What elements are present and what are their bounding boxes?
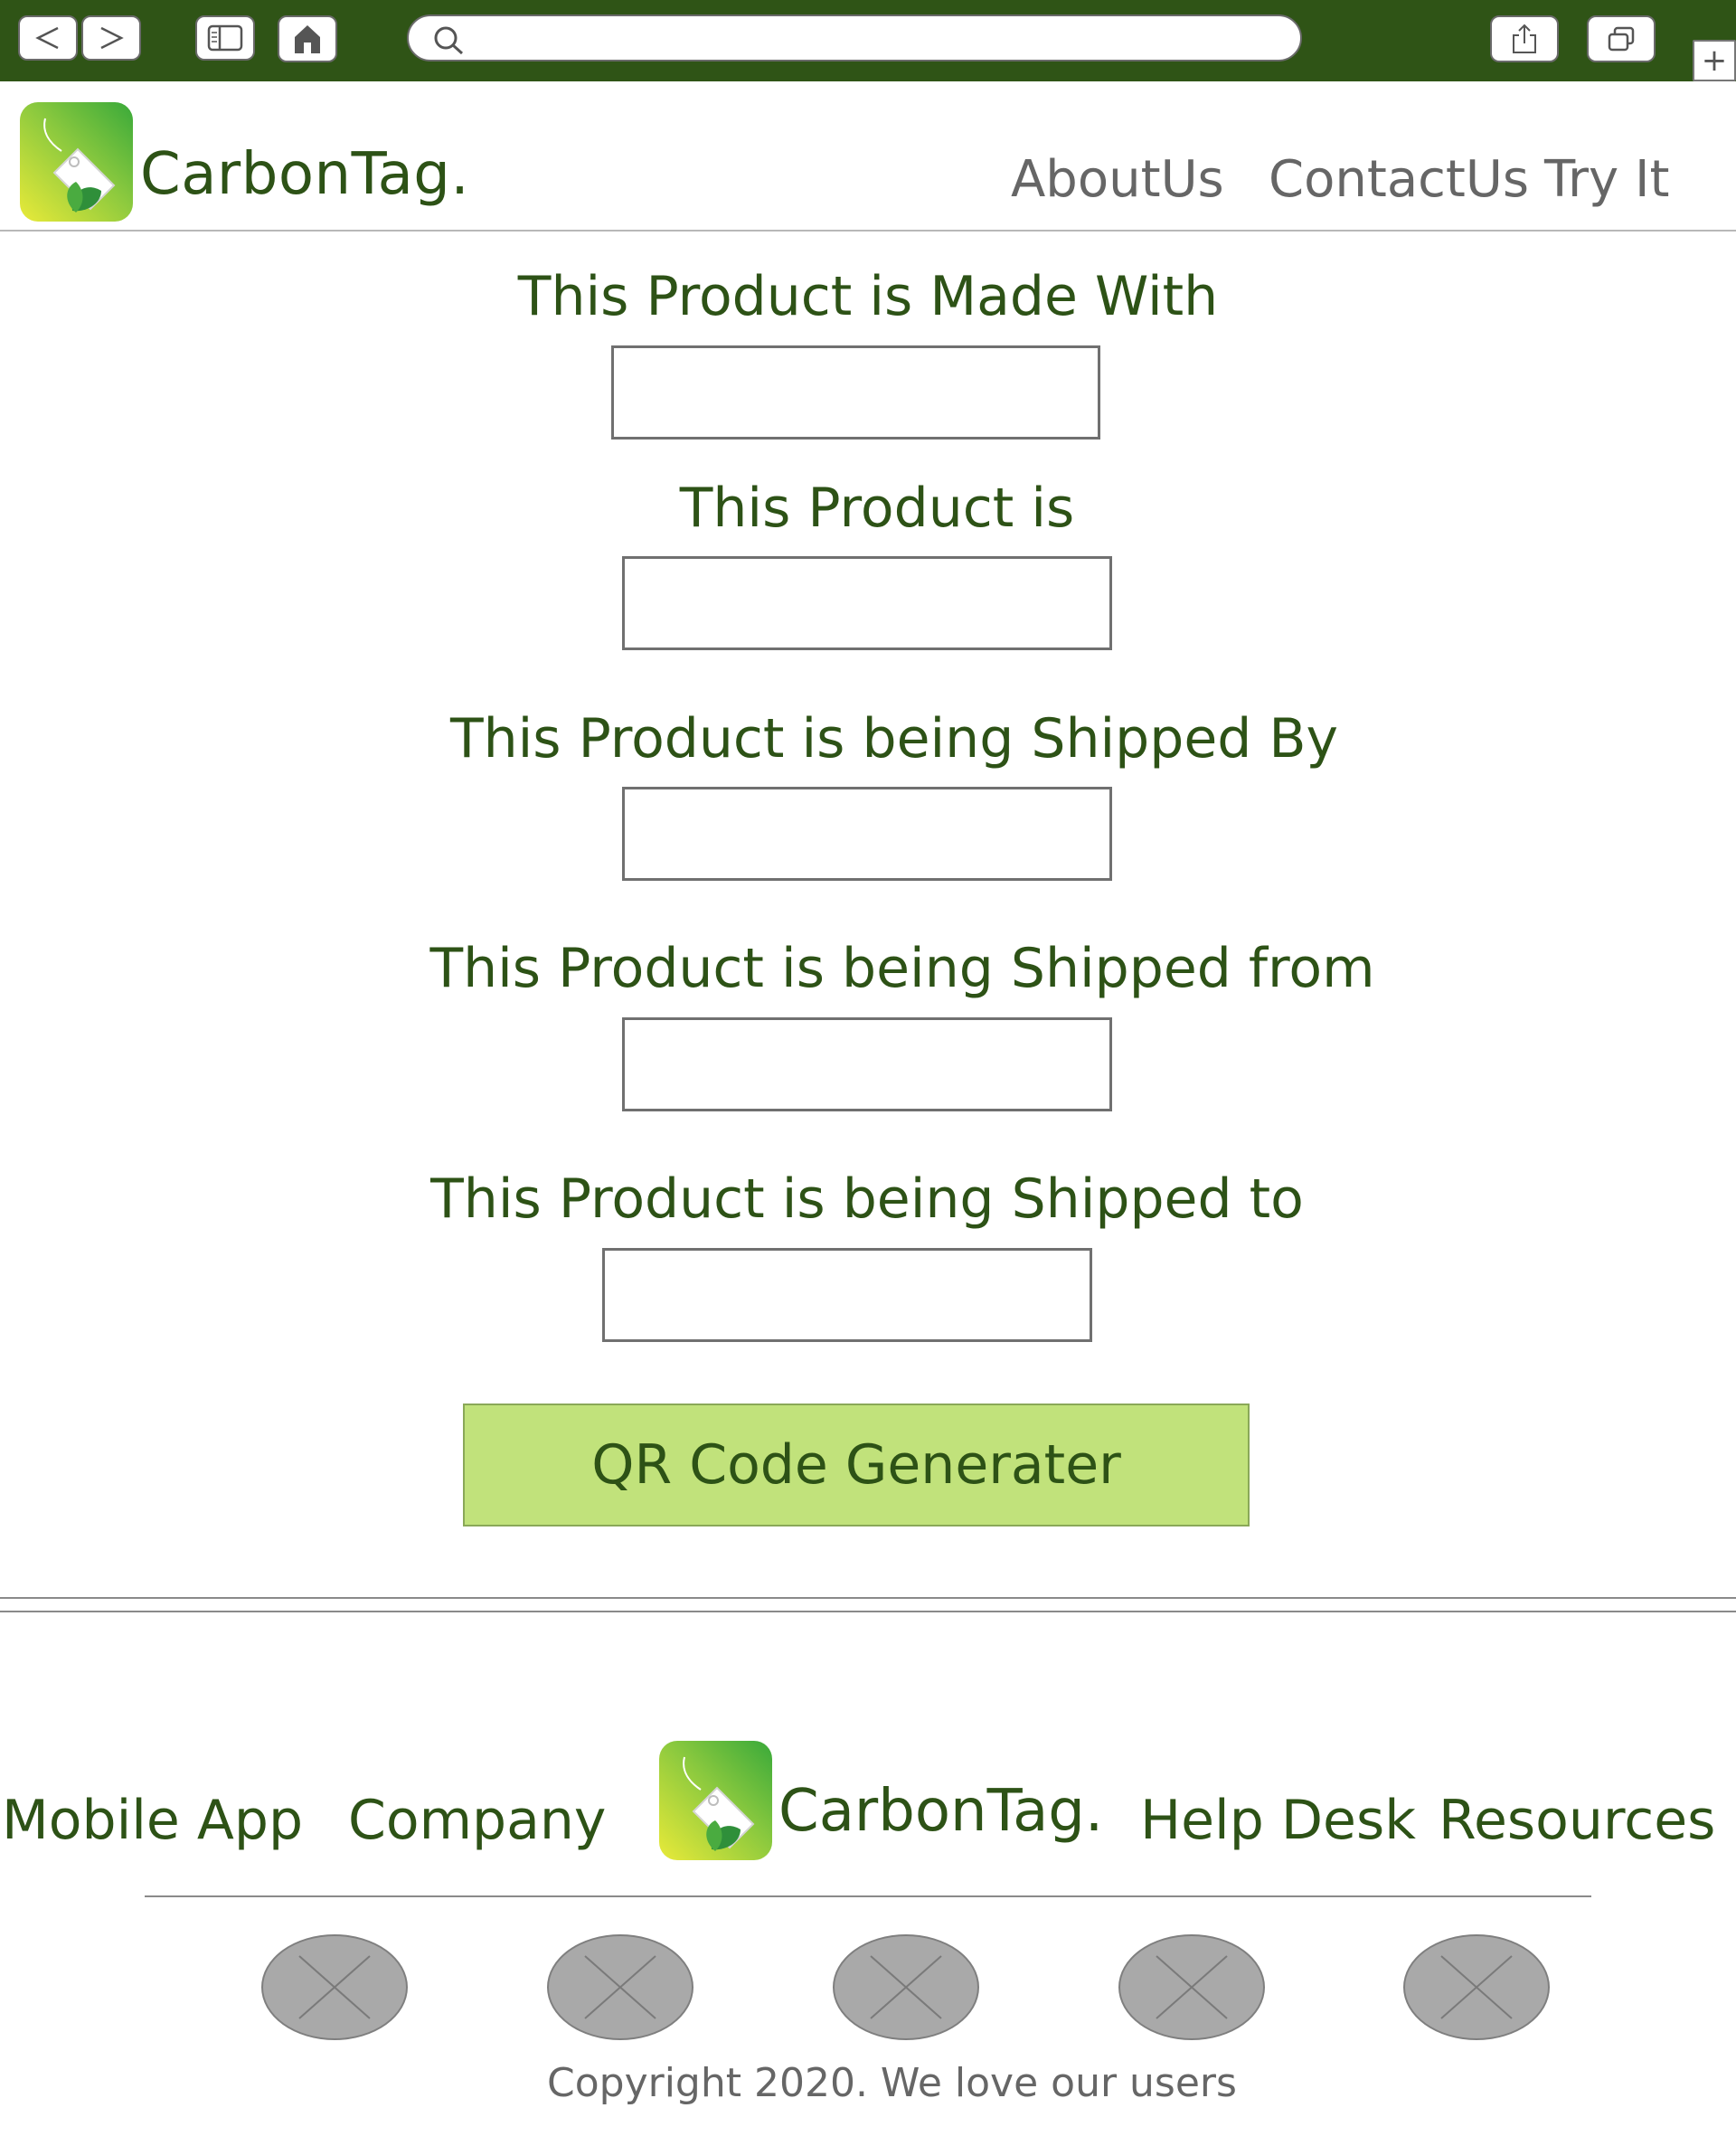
social-icon-1[interactable] [261, 1934, 408, 2040]
social-icon-3[interactable] [833, 1934, 979, 2040]
share-button[interactable] [1490, 15, 1559, 62]
footer-divider-top [0, 1597, 1736, 1599]
image-placeholder-icon [1440, 1955, 1513, 2019]
sidebar-icon [207, 24, 243, 52]
social-icon-2[interactable] [547, 1934, 693, 2040]
social-icon-5[interactable] [1403, 1934, 1550, 2040]
plus-icon: + [1701, 43, 1728, 79]
footer-nav-divider [145, 1895, 1591, 1897]
address-bar[interactable] [407, 14, 1302, 61]
brand-logo[interactable] [20, 102, 133, 222]
chevron-left-icon [35, 26, 59, 50]
label-shipped-to: This Product is being Shipped to [430, 1167, 1304, 1231]
header-divider [0, 230, 1736, 232]
share-icon [1513, 24, 1536, 53]
footer-divider-bottom [0, 1611, 1736, 1612]
nav-contactus[interactable]: ContactUs [1269, 150, 1529, 209]
tag-leaf-icon [683, 1756, 755, 1851]
new-tab-button[interactable]: + [1693, 40, 1736, 81]
home-icon [295, 25, 320, 53]
home-button[interactable] [278, 15, 337, 62]
copyright-text: Copyright 2020. We love our users [547, 2060, 1237, 2106]
footer-link-company[interactable]: Company [348, 1789, 606, 1852]
shipped-from-input[interactable] [622, 1017, 1112, 1111]
footer-brand-logo[interactable] [659, 1741, 772, 1860]
label-shipped-by: This Product is being Shipped By [449, 707, 1339, 770]
footer-link-help-desk[interactable]: Help Desk [1140, 1789, 1416, 1852]
social-icon-4[interactable] [1118, 1934, 1265, 2040]
shipped-by-input[interactable] [622, 787, 1112, 881]
tag-leaf-icon [43, 118, 116, 213]
back-button[interactable] [18, 15, 78, 61]
search-icon [434, 26, 464, 55]
label-shipped-from: This Product is being Shipped from [429, 937, 1375, 1000]
image-placeholder-icon [584, 1955, 656, 2019]
forward-button[interactable] [81, 15, 141, 61]
sidebar-button[interactable] [195, 15, 255, 61]
browser-toolbar [0, 0, 1736, 81]
shipped-to-input[interactable] [602, 1248, 1092, 1342]
brand-name: CarbonTag. [140, 141, 470, 208]
nav-try-it[interactable]: Try It [1544, 150, 1669, 209]
nav-aboutus[interactable]: AboutUs [1011, 150, 1224, 209]
tabs-icon [1608, 26, 1635, 52]
footer-link-resources[interactable]: Resources [1439, 1789, 1715, 1852]
image-placeholder-icon [298, 1955, 371, 2019]
label-product-is: This Product is [679, 477, 1075, 540]
url-input[interactable] [477, 22, 1273, 56]
tabs-button[interactable] [1587, 15, 1656, 62]
qr-code-generate-label: QR Code Generater [591, 1433, 1121, 1497]
image-placeholder-icon [870, 1955, 942, 2019]
qr-code-generate-button[interactable]: QR Code Generater [463, 1404, 1250, 1526]
footer-link-mobile-app[interactable]: Mobile App [2, 1789, 303, 1852]
made-with-input[interactable] [611, 345, 1100, 440]
footer-brand-name: CarbonTag. [778, 1778, 1104, 1845]
chevron-right-icon [100, 26, 124, 50]
product-is-input[interactable] [622, 556, 1112, 650]
label-made-with: This Product is Made With [517, 265, 1219, 328]
image-placeholder-icon [1156, 1955, 1228, 2019]
